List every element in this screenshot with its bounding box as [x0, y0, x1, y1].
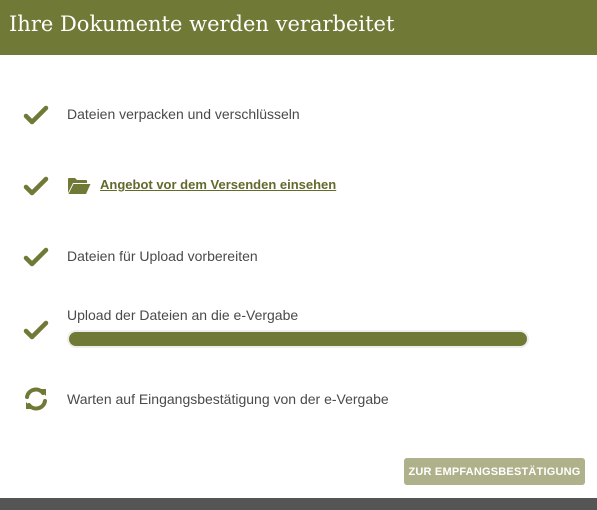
step-label: Warten auf Eingangsbestätigung von der e… — [67, 391, 389, 407]
upload-progress-bar — [67, 330, 529, 348]
step-label: Upload der Dateien an die e-Vergabe — [67, 307, 299, 323]
refresh-icon — [25, 387, 47, 411]
checkmark-icon — [23, 105, 49, 125]
step-prepare-upload: Dateien für Upload vorbereiten — [0, 243, 597, 273]
processing-dialog: Ihre Dokumente werden verarbeitet Dateie… — [0, 0, 597, 498]
receipt-confirmation-button[interactable]: ZUR EMPFANGSBESTÄTIGUNG — [404, 458, 585, 485]
view-offer-link[interactable]: Angebot vor dem Versenden einsehen — [100, 177, 336, 192]
upload-progress-fill — [69, 332, 527, 346]
step-view-offer: Angebot vor dem Versenden einsehen — [0, 172, 597, 202]
step-label: Dateien für Upload vorbereiten — [67, 248, 258, 264]
folder-open-icon — [68, 178, 91, 194]
step-label: Dateien verpacken und verschlüsseln — [67, 106, 300, 122]
checkmark-icon — [23, 320, 49, 340]
dialog-header: Ihre Dokumente werden verarbeitet — [0, 0, 597, 55]
dialog-title: Ihre Dokumente werden verarbeitet — [9, 12, 395, 36]
step-pack-encrypt: Dateien verpacken und verschlüsseln — [0, 101, 597, 131]
checkmark-icon — [23, 247, 49, 267]
checkmark-icon — [23, 176, 49, 196]
background-overlay — [0, 498, 597, 510]
step-await-confirmation: Warten auf Eingangsbestätigung von der e… — [0, 386, 597, 416]
